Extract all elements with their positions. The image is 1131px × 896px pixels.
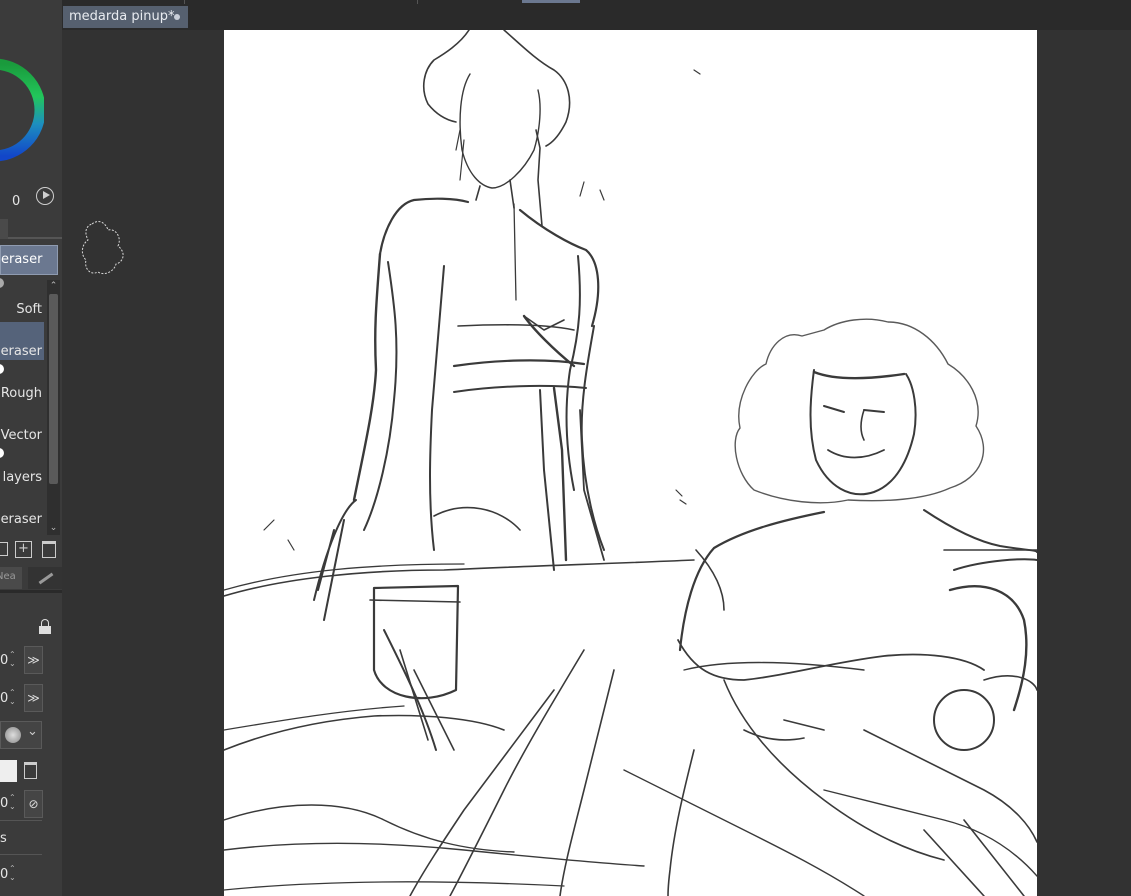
panel-divider: [0, 854, 42, 855]
scroll-thumb[interactable]: [49, 294, 58, 484]
panel-divider: [0, 820, 42, 821]
spinner-icon[interactable]: ⌃ ⌄: [9, 688, 19, 708]
subtool-item-layers[interactable]: e layers: [0, 470, 42, 485]
property-value-1[interactable]: 0: [0, 653, 8, 668]
drawing-canvas[interactable]: [224, 30, 1037, 896]
brush-cursor: [81, 221, 124, 275]
slider-dot[interactable]: [0, 278, 4, 288]
subtool-item-eraser[interactable]: eraser: [1, 344, 42, 359]
property-value-3[interactable]: 0: [0, 796, 8, 811]
sketch-artwork: [224, 30, 1037, 896]
property-label-s: s: [0, 831, 7, 846]
document-tab-title: medarda pinup*: [69, 9, 175, 24]
scroll-up-icon[interactable]: ⌃: [47, 280, 60, 292]
scroll-down-icon[interactable]: ⌄: [47, 522, 60, 534]
spinner-icon[interactable]: ⌃ ⌄: [9, 650, 19, 670]
color-wheel[interactable]: [0, 30, 44, 190]
property-value-2[interactable]: 0: [0, 691, 8, 706]
copy-icon[interactable]: [0, 542, 8, 556]
subtool-list: Soft eraser Rough Vector e layers eraser: [0, 278, 46, 535]
brush-shape-dropdown[interactable]: ⌄: [0, 721, 42, 749]
add-subtool-icon[interactable]: +: [15, 541, 32, 558]
tool-tab[interactable]: [0, 219, 8, 239]
tab-strip: [8, 237, 62, 239]
tool-selected-eraser[interactable]: eraser: [0, 245, 58, 275]
subtool-scrollbar[interactable]: ⌃ ⌄: [47, 280, 60, 535]
slider-dot[interactable]: [0, 364, 4, 374]
tab-separator: [417, 0, 418, 4]
slider-dot[interactable]: [0, 448, 4, 458]
tab-separator: [184, 0, 185, 4]
document-tab-bar: [62, 0, 1131, 30]
chevron-down-icon: ⌄: [27, 724, 38, 739]
pressure-toggle-icon[interactable]: ≫: [24, 646, 43, 674]
tab-indicator: [522, 0, 580, 3]
play-icon[interactable]: [36, 187, 54, 205]
property-tab[interactable]: Nea: [0, 567, 22, 589]
tool-label: eraser: [1, 252, 43, 267]
property-tab-label: Nea: [0, 571, 16, 582]
pressure-toggle-icon[interactable]: ≫: [24, 684, 43, 712]
spinner-icon[interactable]: ⌃ ⌄: [9, 793, 19, 813]
texture-field[interactable]: [0, 760, 17, 782]
subtool-item-rough[interactable]: Rough: [1, 386, 42, 401]
left-panel: 0 eraser Soft eraser Rough Vector e laye…: [0, 0, 62, 896]
property-value-4[interactable]: 0: [0, 867, 8, 882]
brush-tab-icon[interactable]: [28, 567, 62, 589]
lock-icon[interactable]: [38, 619, 52, 635]
color-value: 0: [12, 194, 21, 209]
brush-tip-icon: [5, 727, 21, 743]
panel-divider: [0, 590, 62, 593]
subtool-item-soft[interactable]: Soft: [16, 302, 42, 317]
trash-icon[interactable]: [42, 541, 56, 558]
disable-icon[interactable]: ⊘: [24, 790, 43, 818]
subtool-item-eraser-2[interactable]: eraser: [1, 512, 42, 527]
subtool-item-vector[interactable]: Vector: [1, 428, 42, 443]
trash-icon[interactable]: [24, 762, 37, 779]
unsaved-dot-icon: [174, 14, 180, 20]
document-tab[interactable]: medarda pinup*: [63, 6, 188, 28]
spinner-icon[interactable]: ⌃ ⌄: [9, 864, 19, 884]
